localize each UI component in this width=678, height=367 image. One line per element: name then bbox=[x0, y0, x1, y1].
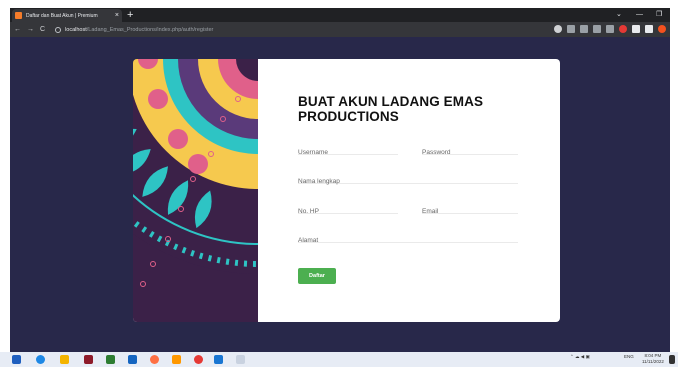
username-input[interactable]: Username bbox=[298, 141, 398, 156]
tab-close-icon[interactable]: × bbox=[115, 12, 119, 19]
reload-button[interactable]: C bbox=[40, 26, 45, 33]
file-explorer-icon[interactable] bbox=[60, 355, 69, 364]
info-icon[interactable] bbox=[55, 26, 62, 33]
fullname-input[interactable]: Nama lengkap bbox=[298, 170, 518, 185]
url-host: localhost bbox=[65, 26, 87, 33]
tab-title: Daftar dan Buat Akun | Premium bbox=[26, 12, 98, 19]
chrome-icon[interactable] bbox=[150, 355, 159, 364]
vscode-icon[interactable] bbox=[214, 355, 223, 364]
new-tab-button[interactable]: + bbox=[127, 8, 133, 22]
extension-red-icon[interactable] bbox=[619, 25, 627, 33]
windows-taskbar: ⌃ ☁ ◀ ▣ ENG 8:04 PM 11/11/2022 bbox=[0, 352, 678, 367]
start-menu-icon[interactable] bbox=[12, 355, 21, 364]
back-button[interactable]: ← bbox=[14, 26, 21, 33]
minimize-button[interactable]: — bbox=[636, 8, 643, 22]
mandala-illustration bbox=[133, 59, 258, 322]
excel-icon[interactable] bbox=[106, 355, 115, 364]
tab-search-icon[interactable]: ⌄ bbox=[616, 8, 622, 22]
email-placeholder: Email bbox=[422, 208, 439, 215]
browser-tab-bar: Daftar dan Buat Akun | Premium × + ⌄ — ❐ bbox=[10, 8, 670, 22]
language-indicator[interactable]: ENG bbox=[624, 354, 634, 359]
app-icon[interactable] bbox=[84, 355, 93, 364]
extensions-area bbox=[554, 25, 666, 33]
url-path: /Ladang_Emas_Productions/index.php/auth/… bbox=[86, 26, 214, 33]
favicon-icon bbox=[15, 12, 22, 19]
address-placeholder: Alamat bbox=[298, 237, 319, 244]
browser-app-icon[interactable] bbox=[194, 355, 203, 364]
notification-icon[interactable] bbox=[669, 355, 675, 364]
register-button[interactable]: Daftar bbox=[298, 268, 336, 284]
key-icon[interactable] bbox=[567, 25, 575, 33]
clock[interactable]: 8:04 PM 11/11/2022 bbox=[642, 353, 664, 365]
fullname-placeholder: Nama lengkap bbox=[298, 178, 340, 185]
side-panel-icon[interactable] bbox=[645, 25, 653, 33]
username-placeholder: Username bbox=[298, 149, 328, 156]
xampp-icon[interactable] bbox=[172, 355, 181, 364]
bookmark-star-icon[interactable] bbox=[606, 25, 614, 33]
install-icon[interactable] bbox=[580, 25, 588, 33]
password-placeholder: Password bbox=[422, 149, 451, 156]
browser-tab[interactable]: Daftar dan Buat Akun | Premium × bbox=[12, 9, 122, 22]
maximize-button[interactable]: ❐ bbox=[656, 8, 662, 22]
forward-button[interactable]: → bbox=[27, 26, 34, 33]
form-title: BUAT AKUN LADANG EMAS PRODUCTIONS bbox=[298, 94, 484, 124]
register-card: BUAT AKUN LADANG EMAS PRODUCTIONS Userna… bbox=[133, 59, 560, 322]
tray-icons[interactable]: ⌃ ☁ ◀ ▣ bbox=[570, 354, 590, 360]
word-icon[interactable] bbox=[128, 355, 137, 364]
google-lens-icon[interactable] bbox=[554, 25, 562, 33]
register-form: BUAT AKUN LADANG EMAS PRODUCTIONS Userna… bbox=[258, 59, 560, 322]
edge-icon[interactable] bbox=[36, 355, 45, 364]
mandala-svg bbox=[133, 59, 258, 287]
page-background: BUAT AKUN LADANG EMAS PRODUCTIONS Userna… bbox=[10, 37, 670, 352]
phone-input[interactable]: No. HP bbox=[298, 200, 398, 215]
clock-date: 11/11/2022 bbox=[642, 359, 664, 364]
profile-avatar[interactable] bbox=[658, 25, 666, 33]
browser-toolbar: ← → C localhost /Ladang_Emas_Productions… bbox=[10, 22, 670, 37]
phone-placeholder: No. HP bbox=[298, 208, 319, 215]
address-bar[interactable]: localhost /Ladang_Emas_Productions/index… bbox=[51, 24, 551, 35]
share-icon[interactable] bbox=[593, 25, 601, 33]
email-input[interactable]: Email bbox=[422, 200, 518, 215]
taskbar-app-icon[interactable] bbox=[236, 355, 245, 364]
password-input[interactable]: Password bbox=[422, 141, 518, 156]
address-input[interactable]: Alamat bbox=[298, 229, 518, 244]
clock-time: 8:04 PM bbox=[644, 353, 662, 358]
extensions-puzzle-icon[interactable] bbox=[632, 25, 640, 33]
